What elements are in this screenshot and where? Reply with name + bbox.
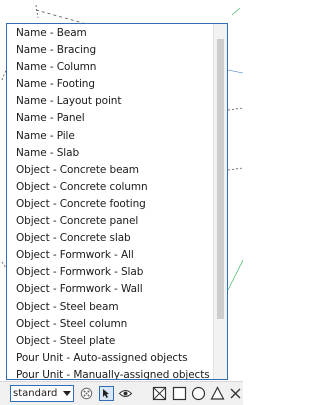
close-x-icon[interactable] [229,386,241,401]
dropdown-item-name-pile[interactable]: Name - Pile [7,128,212,145]
dropdown-item-object-concrete-slab[interactable]: Object - Concrete slab [7,230,212,247]
dashed-grid-line [227,167,243,171]
chevron-down-icon[interactable] [63,391,71,396]
model-edge-line [231,7,241,16]
triangle-icon[interactable] [210,386,225,401]
dropdown-item-object-concrete-beam[interactable]: Object - Concrete beam [7,162,212,179]
dropdown-item-name-panel[interactable]: Name - Panel [7,110,212,127]
dropdown-item-name-bracing[interactable]: Name - Bracing [7,42,212,59]
dropdown-item-object-formwork-all[interactable]: Object - Formwork - All [7,247,212,264]
circle-icon[interactable] [191,386,206,401]
dropdown-item-object-steel-plate[interactable]: Object - Steel plate [7,333,212,350]
dropdown-item-object-formwork-slab[interactable]: Object - Formwork - Slab [7,264,212,281]
model-edge-line [227,69,243,74]
dropdown-scrollbar[interactable] [213,24,227,379]
selection-filter-value: standard [13,388,58,399]
dropdown-item-object-concrete-column[interactable]: Object - Concrete column [7,179,212,196]
model-edge-line [227,259,243,291]
dropdown-item-object-concrete-panel[interactable]: Object - Concrete panel [7,213,212,230]
selection-filter-icon[interactable] [79,386,94,401]
dropdown-item-name-beam[interactable]: Name - Beam [7,25,212,42]
scrollbar-thumb[interactable] [217,39,224,319]
dropdown-item-pour-unit-auto[interactable]: Pour Unit - Auto-assigned objects [7,350,212,367]
rectangle-icon[interactable] [172,386,187,401]
dropdown-item-pour-unit-manual[interactable]: Pour Unit - Manually-assigned objects [7,367,212,379]
dashed-grid-line [227,107,243,111]
status-toolbar: standard [0,381,243,405]
box-x-icon[interactable] [152,386,167,401]
dropdown-item-name-footing[interactable]: Name - Footing [7,76,212,93]
dropdown-item-object-concrete-footing[interactable]: Object - Concrete footing [7,196,212,213]
visibility-eye-icon[interactable] [118,386,133,401]
dashed-grid-line [35,4,39,19]
selection-filter-dropdown[interactable]: Name - Beam Name - Bracing Name - Column… [6,23,228,380]
dropdown-item-object-steel-beam[interactable]: Object - Steel beam [7,299,212,316]
dropdown-item-name-slab[interactable]: Name - Slab [7,145,212,162]
select-pointer-icon[interactable] [99,386,114,401]
dropdown-item-name-layout-point[interactable]: Name - Layout point [7,93,212,110]
dropdown-item-object-formwork-wall[interactable]: Object - Formwork - Wall [7,281,212,298]
selection-filter-select[interactable]: standard [10,385,74,402]
dropdown-list: Name - Beam Name - Bracing Name - Column… [7,25,212,379]
dropdown-item-object-steel-column[interactable]: Object - Steel column [7,316,212,333]
dropdown-item-name-column[interactable]: Name - Column [7,59,212,76]
